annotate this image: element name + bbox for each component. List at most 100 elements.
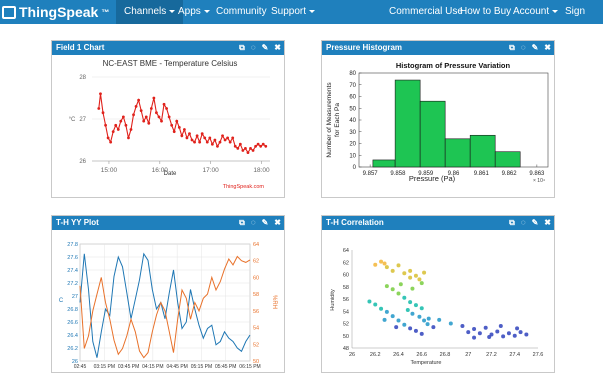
nav-apps[interactable]: Apps	[178, 0, 210, 24]
thingspeak-logo[interactable]: ThingSpeak ™	[2, 1, 109, 23]
scatter-point	[413, 328, 418, 333]
temperature-point	[144, 115, 148, 119]
y-tick-label: 52	[343, 322, 349, 328]
y-tick-label: 50	[349, 106, 356, 112]
temperature-point	[246, 151, 250, 154]
temperature-point	[175, 119, 179, 123]
pencil-icon[interactable]: ✎	[262, 216, 269, 230]
pencil-icon[interactable]: ✎	[532, 216, 539, 230]
x-tick-label: 03:15 PM	[94, 364, 115, 370]
temperature-point	[228, 140, 232, 144]
scatter-point	[437, 317, 442, 322]
temperature-point	[198, 140, 202, 144]
temperature-point	[111, 130, 115, 133]
temperature-point	[142, 119, 146, 123]
close-icon[interactable]: ✖	[544, 216, 551, 230]
y-right-tick-label: 58	[253, 292, 259, 298]
panel-header: Field 1 Chart ⧉ ◌ ✎ ✖	[52, 41, 284, 55]
scatter-point	[384, 284, 389, 289]
y-tick-label: 40	[349, 118, 356, 124]
scatter-point	[390, 268, 395, 273]
y-tick-label: 0	[353, 165, 357, 171]
brand-name: ThingSpeak	[19, 4, 99, 20]
x-tick-label: 18:00	[253, 167, 270, 174]
scatter-point	[495, 329, 500, 334]
y-tick-label: 70	[349, 83, 356, 89]
close-icon[interactable]: ✖	[544, 41, 551, 55]
scatter-point	[524, 332, 529, 337]
external-link-icon[interactable]: ⧉	[509, 216, 515, 230]
nav-channels[interactable]: Channels	[116, 0, 184, 24]
close-icon[interactable]: ✖	[274, 41, 281, 55]
scatter-point	[431, 325, 436, 330]
x-tick-label: 27	[465, 352, 471, 358]
nav-sign-out[interactable]: Sign Out	[565, 0, 603, 41]
panel-actions: ⧉ ◌ ✎ ✖	[239, 41, 281, 55]
temperature-point	[119, 119, 123, 123]
nav-commercial-use[interactable]: Commercial Use	[389, 0, 463, 24]
scatter-point	[419, 331, 424, 336]
temperature-point	[157, 115, 161, 119]
chevron-down-icon	[203, 9, 210, 13]
y-tick-label: 62	[343, 260, 349, 266]
chart-credit: ThingSpeak.com	[223, 184, 265, 190]
x-axis-label: Date	[164, 171, 177, 177]
close-icon[interactable]: ✖	[274, 216, 281, 230]
comment-icon[interactable]: ◌	[521, 41, 526, 55]
comment-icon[interactable]: ◌	[251, 41, 256, 55]
x-tick-label: 27.2	[486, 352, 497, 358]
temperature-line-chart: NC-EAST BME - Temperature Celsius 26 27 28 1…	[69, 59, 270, 190]
scatter-point	[402, 271, 407, 276]
panel-header: Pressure Histogram ⧉ ◌ ✎ ✖	[322, 41, 554, 55]
temperature-point	[190, 138, 194, 142]
temperature-point	[241, 149, 245, 152]
scatter-point	[422, 270, 427, 275]
temperature-point	[160, 119, 163, 123]
scatter-point	[425, 322, 430, 327]
temperature-point	[97, 107, 101, 110]
temperature-point	[188, 132, 191, 136]
temperature-point	[106, 136, 110, 140]
external-link-icon[interactable]: ⧉	[239, 216, 245, 230]
y-tick-label: 50	[343, 334, 349, 340]
x-tick-label: 17:00	[203, 167, 220, 174]
temperature-point	[155, 111, 158, 115]
y-axis-label: Number of Measurementsfor Each Pa	[326, 82, 341, 158]
x-tick-label: 26.8	[440, 352, 451, 358]
temperature-point	[221, 134, 224, 138]
comment-icon[interactable]: ◌	[251, 216, 256, 230]
scatter-point	[396, 263, 401, 268]
y-tick-label: 80	[349, 71, 356, 77]
nav-commercial-use-label: Commercial Use	[389, 6, 463, 17]
external-link-icon[interactable]: ⧉	[509, 41, 515, 55]
nav-support[interactable]: Support	[271, 0, 316, 24]
external-link-icon[interactable]: ⧉	[239, 41, 245, 55]
panel-pressure-histogram: Pressure Histogram ⧉ ◌ ✎ ✖ Histogram of …	[321, 40, 555, 198]
y-left-tick-label: 27.6	[67, 255, 78, 261]
comment-icon[interactable]: ◌	[521, 216, 526, 230]
x-tick-label: 27.6	[533, 352, 544, 358]
pencil-icon[interactable]: ✎	[262, 41, 269, 55]
panel-title: T-H YY Plot	[56, 218, 99, 227]
scatter-point	[384, 309, 389, 314]
nav-account[interactable]: Account	[513, 0, 559, 24]
pencil-icon[interactable]: ✎	[532, 41, 539, 55]
nav-how-to-buy[interactable]: How to Buy	[460, 0, 511, 24]
scatter-point	[396, 318, 401, 323]
temperature-point	[132, 113, 135, 117]
panel-th-correlation: T-H Correlation ⧉ ◌ ✎ ✖ 48 50 52 54 56 58 60 62…	[321, 215, 555, 373]
scatter-point	[448, 321, 453, 326]
temperature-point	[114, 123, 118, 127]
temperature-point	[203, 136, 207, 140]
temperature-point	[256, 142, 260, 146]
scatter-point	[472, 335, 477, 340]
nav-community[interactable]: Community	[216, 0, 267, 24]
scatter-point	[408, 326, 413, 331]
scatter-point	[390, 287, 395, 292]
temperature-point	[259, 144, 263, 148]
temperature-point	[264, 144, 268, 148]
panel-th-yy-plot: T-H YY Plot ⧉ ◌ ✎ ✖ 26 26.2 26.4 26.6 26.8 27…	[51, 215, 285, 373]
scatter-point	[410, 311, 415, 316]
y-tick-label: 60	[343, 273, 349, 279]
panel-actions: ⧉ ◌ ✎ ✖	[509, 216, 551, 230]
